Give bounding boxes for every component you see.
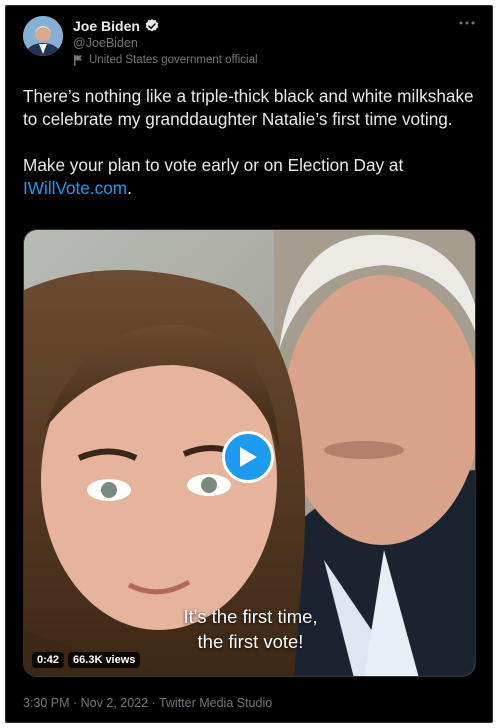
avatar-photo-icon xyxy=(23,16,63,56)
video-player[interactable]: It's the first time, the first vote! 0:4… xyxy=(23,229,476,677)
account-label: United States government official xyxy=(89,54,258,66)
author-avatar[interactable] xyxy=(23,16,63,56)
author-handle[interactable]: @JoeBiden xyxy=(73,36,138,50)
caption-line: the first vote! xyxy=(197,631,304,652)
caption-line: It's the first time, xyxy=(183,606,318,627)
tweet-paragraph-prefix: Make your plan to vote early or on Elect… xyxy=(23,155,404,175)
tweet-paragraph: Make your plan to vote early or on Elect… xyxy=(23,154,481,200)
tweet-card: Joe Biden @JoeBiden United States govern… xyxy=(5,5,493,723)
tweet-paragraph-suffix: . xyxy=(127,178,132,198)
tweet-metadata[interactable]: 3:30 PM · Nov 2, 2022 · Twitter Media St… xyxy=(23,696,272,710)
tweet-link[interactable]: IWillVote.com xyxy=(23,178,127,198)
tweet-text: There’s nothing like a triple-thick blac… xyxy=(23,85,481,223)
video-caption: It's the first time, the first vote! xyxy=(24,604,475,654)
video-badges: 0:42 66.3K views xyxy=(32,652,141,668)
view-count: 66.3K views xyxy=(68,652,141,668)
video-duration: 0:42 xyxy=(32,652,65,668)
more-options-icon[interactable] xyxy=(458,18,476,28)
flag-icon xyxy=(74,55,82,66)
verified-badge-icon xyxy=(145,19,159,32)
play-icon xyxy=(240,447,257,467)
author-name[interactable]: Joe Biden xyxy=(73,18,140,34)
play-button[interactable] xyxy=(222,431,274,483)
tweet-paragraph: There’s nothing like a triple-thick blac… xyxy=(23,86,474,129)
